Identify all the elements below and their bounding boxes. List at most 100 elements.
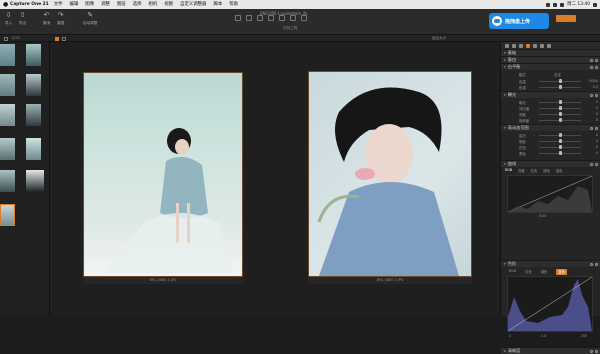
row-value[interactable]: 0	[596, 100, 598, 104]
level-input-right[interactable]: 255	[581, 334, 587, 338]
reset-icon[interactable]	[590, 65, 593, 69]
menu-custom[interactable]: 自定义调整器	[180, 0, 206, 9]
curve-tab[interactable]: 绿色	[543, 168, 550, 174]
thumbnail[interactable]	[26, 74, 41, 96]
menu-help[interactable]: 帮助	[229, 0, 238, 9]
auto-adjust-button[interactable]: ✎ 自动调整	[83, 12, 97, 26]
menu-layer[interactable]: 图层	[117, 0, 126, 9]
row-value[interactable]: 0	[596, 139, 598, 143]
wifi-icon[interactable]	[553, 2, 558, 7]
row-value[interactable]: 0	[596, 133, 598, 137]
level-input-mid[interactable]: 1.0	[541, 334, 546, 338]
section-basic[interactable]: ▾ 基础	[501, 49, 600, 56]
curve-tab[interactable]: RGB	[505, 168, 512, 174]
menu-file[interactable]: 文件	[54, 0, 63, 9]
menu-edit[interactable]: 编辑	[70, 0, 79, 9]
thumbnail[interactable]	[26, 138, 41, 160]
curve-value[interactable]: 0.00	[539, 214, 546, 218]
menu-camera[interactable]: 相机	[148, 0, 157, 9]
export-button[interactable]: ⇧ 导出	[19, 12, 26, 26]
level-input-left[interactable]: 0	[509, 334, 511, 338]
curve-graph[interactable]	[507, 175, 593, 213]
wb-mode-row[interactable]: 模式 自定	[501, 71, 600, 77]
slider-knob[interactable]	[559, 139, 562, 143]
tab-lens-icon[interactable]	[519, 43, 523, 48]
level-tab[interactable]: 红色	[525, 269, 532, 275]
picker-tool-icon[interactable]	[268, 15, 274, 21]
apple-icon[interactable]: ●	[3, 0, 8, 9]
slider-knob[interactable]	[559, 145, 562, 149]
tab-exposure-icon[interactable]	[533, 43, 537, 48]
menu-clock[interactable]: 周二 13:40	[567, 0, 590, 9]
photo-left[interactable]	[83, 72, 243, 277]
section-clarity[interactable]: ▸ 清晰度	[501, 347, 600, 354]
grid-view-icon[interactable]	[4, 36, 8, 41]
brush-tool-icon[interactable]	[279, 15, 285, 21]
crop-tool-icon[interactable]	[246, 15, 252, 21]
menu-icon[interactable]	[595, 162, 598, 166]
status-icon[interactable]	[546, 2, 551, 7]
import-button[interactable]: ⇩ 导入	[5, 12, 12, 26]
black-row[interactable]: 黑色 0	[501, 150, 600, 156]
section-levels[interactable]: ▾ 色阶	[501, 260, 600, 267]
section-white-balance[interactable]: ▾ 白平衡	[501, 63, 600, 70]
slider-knob[interactable]	[559, 100, 562, 104]
slider-knob[interactable]	[559, 79, 562, 83]
row-value[interactable]: 0	[596, 112, 598, 116]
slider-knob[interactable]	[559, 112, 562, 116]
curve-tab[interactable]: 红色	[531, 168, 538, 174]
thumbnail-selected[interactable]	[0, 204, 15, 226]
level-tab[interactable]: RGB	[509, 269, 516, 275]
saturation-row[interactable]: 饱和度 0	[501, 117, 600, 123]
row-value[interactable]: 0	[596, 118, 598, 122]
tab-adjust-icon[interactable]	[547, 43, 551, 48]
thumbnail[interactable]	[0, 104, 15, 126]
menu-icon[interactable]	[595, 126, 598, 130]
compare-view-icon[interactable]	[62, 36, 66, 41]
eraser-tool-icon[interactable]	[290, 15, 296, 21]
search-icon[interactable]	[593, 2, 597, 7]
photo-right[interactable]	[308, 71, 472, 277]
pan-tool-icon[interactable]	[235, 15, 241, 21]
reset-icon[interactable]	[590, 126, 593, 130]
level-tab[interactable]: 蓝色	[556, 269, 567, 275]
levels-histogram[interactable]	[507, 276, 593, 332]
menu-adjust[interactable]: 调整	[101, 0, 110, 9]
thumbnail[interactable]	[0, 170, 15, 192]
row-value[interactable]: 0	[596, 145, 598, 149]
menu-icon[interactable]	[595, 262, 598, 266]
single-view-icon[interactable]	[55, 36, 59, 41]
tab-details-icon[interactable]	[540, 43, 544, 48]
slider-knob[interactable]	[559, 106, 562, 110]
zoom-fit-label[interactable]: 适合大小	[432, 36, 446, 41]
thumbnail[interactable]	[0, 44, 15, 66]
menu-select[interactable]: 选择	[133, 0, 142, 9]
section-exposure[interactable]: ▾ 曝光	[501, 91, 600, 98]
tab-capture-icon[interactable]	[512, 43, 516, 48]
row-value[interactable]: 0.0	[593, 85, 598, 89]
menu-icon[interactable]	[595, 349, 598, 353]
level-tab[interactable]: 绿色	[541, 269, 548, 275]
curve-tab[interactable]: 亮度	[518, 168, 525, 174]
menu-image[interactable]: 图像	[85, 0, 94, 9]
slider-knob[interactable]	[559, 151, 562, 155]
reset-icon[interactable]	[590, 58, 593, 62]
reset-icon[interactable]	[590, 93, 593, 97]
menu-icon[interactable]	[595, 65, 598, 69]
reset-icon[interactable]	[590, 162, 593, 166]
section-base[interactable]: ▸ 基白	[501, 56, 600, 63]
section-curve[interactable]: ▾ 曲线	[501, 160, 600, 167]
slider-knob[interactable]	[559, 118, 562, 122]
curve-tab[interactable]: 蓝色	[556, 168, 563, 174]
battery-icon[interactable]	[560, 2, 565, 7]
slider-knob[interactable]	[559, 85, 562, 89]
row-value[interactable]: 0	[596, 151, 598, 155]
undo-button[interactable]: ↶ 撤消	[43, 12, 50, 26]
reset-icon[interactable]	[590, 262, 593, 266]
rotate-tool-icon[interactable]	[257, 15, 263, 21]
wb-tint-row[interactable]: 色调 0.0	[501, 84, 600, 90]
annotate-tool-icon[interactable]	[301, 15, 307, 21]
tab-library-icon[interactable]	[505, 43, 509, 48]
thumbnail[interactable]	[26, 44, 41, 66]
menu-app-name[interactable]: Capture One 21	[10, 0, 49, 9]
